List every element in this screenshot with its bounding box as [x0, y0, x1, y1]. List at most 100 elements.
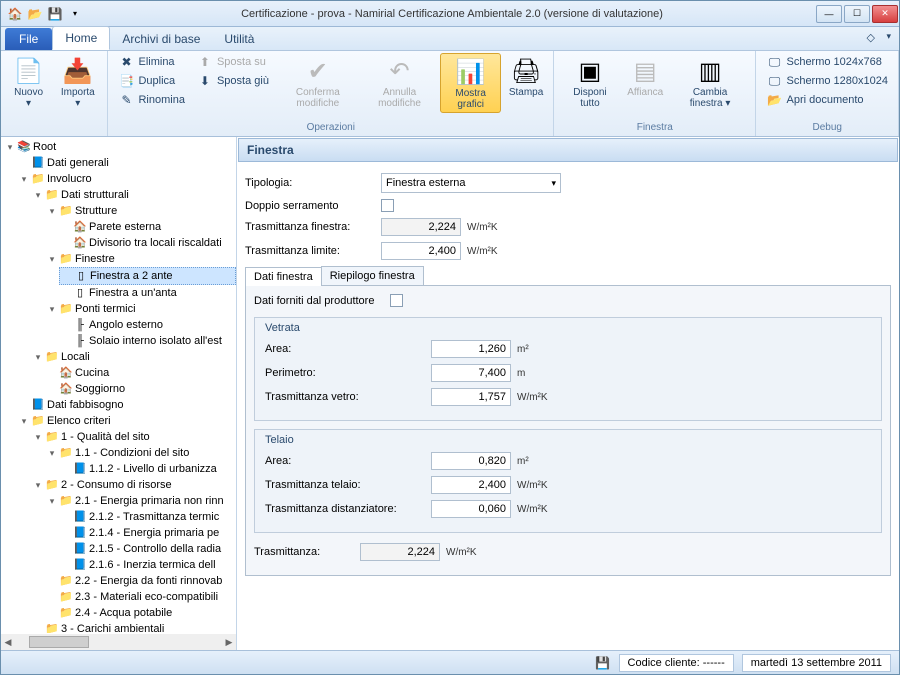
tree-node[interactable]: 📘1.1.2 - Livello di urbanizza [59, 461, 236, 477]
maximize-button[interactable]: ☐ [844, 5, 870, 23]
telaio-trans-input[interactable] [431, 476, 511, 494]
import-button[interactable]: 📥Importa ▾ [54, 53, 101, 111]
tree-node[interactable]: ▾📁Ponti termici [45, 301, 236, 317]
minimize-button[interactable]: — [816, 5, 842, 23]
tree-node[interactable]: ▾📁Strutture [45, 203, 236, 219]
tree-node[interactable]: 📘2.1.2 - Trasmittanza termic [59, 509, 236, 525]
tree-toggle-icon[interactable]: ▾ [33, 187, 43, 203]
tree-node[interactable]: 📘Dati fabbisogno [17, 397, 236, 413]
ribbon-collapse-icon[interactable]: ▾ [886, 31, 891, 42]
tile-icon: ▤ [629, 55, 661, 87]
tree-node[interactable]: ▾📁Dati strutturali [31, 187, 236, 203]
tree-node[interactable]: 🏠Cucina [45, 365, 236, 381]
print-button[interactable]: 🖨Stampa [505, 53, 547, 100]
tree-item-label: 2.4 - Acqua potabile [75, 605, 172, 621]
tree-item-icon: ▯ [74, 268, 88, 284]
subtab-riepilogo[interactable]: Riepilogo finestra [321, 266, 424, 285]
confirm-button: ✔Conferma modifiche [277, 53, 359, 111]
telaio-area-input[interactable] [431, 452, 511, 470]
tree-node[interactable]: ▾📁Finestre [45, 251, 236, 267]
tree-item-label: Dati fabbisogno [47, 397, 123, 413]
tree-item-label: 2.1.6 - Inerzia termica dell [89, 557, 216, 573]
trans-fin-input[interactable] [381, 218, 461, 236]
home-icon[interactable]: 🏠 [7, 6, 23, 22]
vetrata-area-input[interactable] [431, 340, 511, 358]
tree-node[interactable]: ╟Angolo esterno [59, 317, 236, 333]
file-menu[interactable]: File [5, 28, 52, 50]
print-icon: 🖨 [510, 55, 542, 87]
arrange-all-button[interactable]: ▣Disponi tutto [560, 53, 620, 111]
tree-node[interactable]: 📁2.2 - Energia da fonti rinnovab [45, 573, 236, 589]
tree-node[interactable]: 🏠Parete esterna [59, 219, 236, 235]
tree-node[interactable]: 📘2.1.4 - Energia primaria pe [59, 525, 236, 541]
tree-node[interactable]: 📁2.4 - Acqua potabile [45, 605, 236, 621]
tree-item-label: 1 - Qualità del sito [61, 429, 150, 445]
tree-toggle-icon[interactable]: ▾ [33, 429, 43, 445]
tree-toggle-icon[interactable]: ▾ [33, 349, 43, 365]
show-charts-button[interactable]: 📊Mostra grafici [440, 53, 501, 113]
screen-1280-button[interactable]: 🖵Schermo 1280x1024 [762, 72, 892, 90]
switch-window-button[interactable]: ▥Cambia finestra ▾ [671, 53, 750, 111]
new-button[interactable]: 📄Nuovo ▾ [7, 53, 50, 111]
tree[interactable]: ▾📚Root📘Dati generali▾📁Involucro▾📁Dati st… [1, 137, 236, 633]
tree-node[interactable]: 📁2.3 - Materiali eco-compatibili [45, 589, 236, 605]
delete-button[interactable]: ✖Elimina [114, 53, 188, 71]
tab-utilita[interactable]: Utilità [212, 28, 266, 50]
tree-node[interactable]: 📘Dati generali [17, 155, 236, 171]
save-status-icon[interactable]: 💾 [595, 655, 611, 671]
final-trans-input[interactable] [360, 543, 440, 561]
tree-node[interactable]: ▾📁Elenco criteri [17, 413, 236, 429]
tree-node[interactable]: ▯Finestra a un'anta [59, 285, 236, 301]
tree-node[interactable]: 🏠Divisorio tra locali riscaldati [59, 235, 236, 251]
arrange-icon: ▣ [574, 55, 606, 87]
tree-node[interactable]: ▾📁Involucro [17, 171, 236, 187]
tree-toggle-icon[interactable]: ▾ [47, 203, 57, 219]
save-icon[interactable]: 💾 [47, 6, 63, 22]
open-icon[interactable]: 📂 [27, 6, 43, 22]
tree-node[interactable]: ▾📁Locali [31, 349, 236, 365]
tree-scrollbar[interactable]: ◀▶ [1, 634, 236, 650]
vetrata-trans-input[interactable] [431, 388, 511, 406]
tree-toggle-icon[interactable]: ▾ [47, 445, 57, 461]
dropdown-icon[interactable]: ▾ [67, 6, 83, 22]
tree-toggle-icon[interactable]: ▾ [33, 477, 43, 493]
status-date: martedì 13 settembre 2011 [742, 654, 891, 672]
tree-node[interactable]: 📁3 - Carichi ambientali [31, 621, 236, 633]
open-doc-button[interactable]: 📂Apri documento [762, 91, 892, 109]
tree-node[interactable]: 📘2.1.5 - Controllo della radia [59, 541, 236, 557]
doppio-checkbox[interactable] [381, 199, 394, 212]
tab-home[interactable]: Home [52, 26, 110, 50]
tipologia-label: Tipologia: [245, 177, 375, 189]
tree-toggle-icon[interactable]: ▾ [47, 301, 57, 317]
tree-item-label: 1.1.2 - Livello di urbanizza [89, 461, 217, 477]
trans-lim-input[interactable] [381, 242, 461, 260]
duplicate-button[interactable]: 📑Duplica [114, 72, 188, 90]
rename-button[interactable]: ✎Rinomina [114, 91, 188, 109]
tree-node[interactable]: ▯Finestra a 2 ante [59, 267, 236, 285]
move-down-button[interactable]: ⬇Sposta giù [193, 72, 273, 90]
telaio-dist-input[interactable] [431, 500, 511, 518]
dati-forniti-checkbox[interactable] [390, 294, 403, 307]
help-icon[interactable]: ◇ [867, 31, 875, 44]
vetrata-perim-input[interactable] [431, 364, 511, 382]
tree-node[interactable]: ╟Solaio interno isolato all'est [59, 333, 236, 349]
codice-cliente: Codice cliente: ------ [619, 654, 734, 672]
tree-node[interactable]: ▾📁1 - Qualità del sito [31, 429, 236, 445]
tipologia-select[interactable]: Finestra esterna▾ [381, 173, 561, 193]
tree-toggle-icon[interactable]: ▾ [19, 171, 29, 187]
screen-1024-button[interactable]: 🖵Schermo 1024x768 [762, 53, 892, 71]
tree-toggle-icon[interactable]: ▾ [47, 493, 57, 509]
tree-toggle-icon[interactable]: ▾ [19, 413, 29, 429]
tree-node[interactable]: ▾📁1.1 - Condizioni del sito [45, 445, 236, 461]
tree-toggle-icon[interactable]: ▾ [47, 251, 57, 267]
subtab-dati[interactable]: Dati finestra [245, 267, 322, 286]
tree-node[interactable]: 🏠Soggiorno [45, 381, 236, 397]
close-button[interactable]: ✕ [872, 5, 898, 23]
tree-root[interactable]: ▾📚Root [3, 139, 236, 155]
tree-node[interactable]: ▾📁2.1 - Energia primaria non rinn [45, 493, 236, 509]
tree-node[interactable]: 📘2.1.6 - Inerzia termica dell [59, 557, 236, 573]
tree-item-label: 2 - Consumo di risorse [61, 477, 172, 493]
tab-archivi[interactable]: Archivi di base [110, 28, 212, 50]
tree-item-icon: 📁 [59, 493, 73, 509]
tree-node[interactable]: ▾📁2 - Consumo di risorse [31, 477, 236, 493]
